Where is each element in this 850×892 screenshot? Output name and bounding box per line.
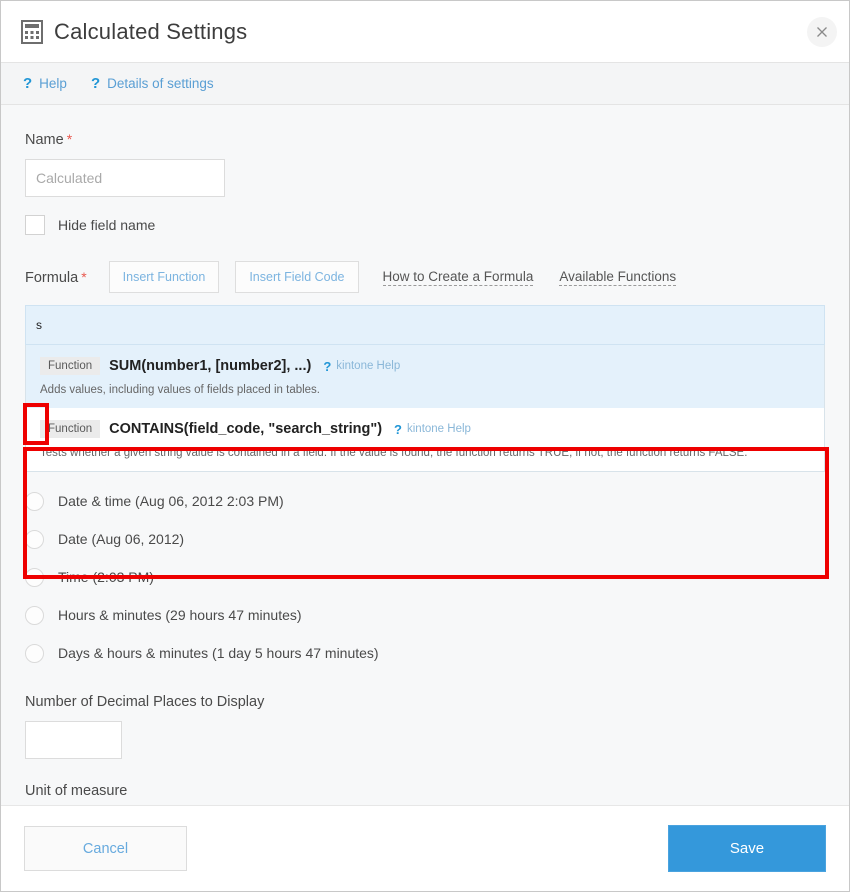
- hide-field-name-row[interactable]: Hide field name: [25, 215, 825, 235]
- function-autocomplete-dropdown[interactable]: Function SUM(number1, [number2], ...) ? …: [25, 345, 825, 472]
- kintone-help-link[interactable]: ? kintone Help: [323, 360, 400, 373]
- radio-date[interactable]: [25, 529, 44, 549]
- insert-field-code-button[interactable]: Insert Field Code: [235, 261, 359, 293]
- cancel-button[interactable]: Cancel: [24, 826, 187, 871]
- formula-area: Function SUM(number1, [number2], ...) ? …: [25, 305, 825, 472]
- name-label: Name *: [25, 131, 825, 148]
- details-of-settings-link[interactable]: ? Details of settings: [91, 76, 214, 91]
- calculator-icon: [21, 19, 43, 44]
- autocomplete-item-header: Function SUM(number1, [number2], ...) ? …: [40, 357, 810, 375]
- radio-date-time[interactable]: [25, 491, 44, 511]
- radio-label-time: Time (2:03 PM): [58, 569, 154, 585]
- radio-row-date[interactable]: Date (Aug 06, 2012): [25, 520, 825, 558]
- close-icon: [816, 26, 828, 38]
- kintone-help-label: kintone Help: [407, 423, 471, 435]
- radio-hours-minutes[interactable]: [25, 605, 44, 625]
- kintone-help-link[interactable]: ? kintone Help: [394, 423, 471, 436]
- hide-field-name-checkbox[interactable]: [25, 215, 45, 235]
- autocomplete-item-sum[interactable]: Function SUM(number1, [number2], ...) ? …: [26, 345, 824, 408]
- settings-scroll-region[interactable]: Name* Hide field name Formula* Insert Fu…: [1, 105, 849, 805]
- radio-label-hours-minutes: Hours & minutes (29 hours 47 minutes): [58, 607, 302, 623]
- radio-row-date-time[interactable]: Date & time (Aug 06, 2012 2:03 PM): [25, 482, 825, 520]
- page-title: Calculated Settings: [54, 18, 248, 44]
- decimal-places-input[interactable]: [25, 721, 122, 759]
- radio-label-date: Date (Aug 06, 2012): [58, 531, 185, 547]
- question-mark-icon: ?: [323, 358, 332, 374]
- radio-days-hours-minutes[interactable]: [25, 643, 44, 663]
- question-mark-icon: ?: [23, 75, 33, 92]
- autocomplete-item-contains[interactable]: Function CONTAINS(field_code, "search_st…: [26, 408, 824, 471]
- formula-input[interactable]: [25, 305, 825, 345]
- calculated-settings-dialog: Calculated Settings ? Help ? Details of …: [0, 0, 850, 892]
- help-bar: ? Help ? Details of settings: [1, 63, 849, 105]
- radio-label-days-hours-minutes: Days & hours & minutes (1 day 5 hours 47…: [58, 645, 379, 661]
- radio-time[interactable]: [25, 567, 44, 587]
- close-button[interactable]: [807, 17, 837, 47]
- radio-row-time[interactable]: Time (2:03 PM): [25, 558, 825, 596]
- available-functions-link[interactable]: Available Functions: [559, 269, 677, 286]
- radio-row-days-hours-minutes[interactable]: Days & hours & minutes (1 day 5 hours 47…: [25, 634, 825, 672]
- required-marker: *: [81, 268, 87, 285]
- radio-label-date-time: Date & time (Aug 06, 2012 2:03 PM): [58, 493, 284, 509]
- function-badge: Function: [40, 420, 101, 438]
- formula-toolbar: Formula * Insert Function Insert Field Co…: [25, 261, 825, 293]
- help-link-label: Help: [39, 76, 67, 91]
- function-signature: CONTAINS(field_code, "search_string"): [109, 421, 383, 437]
- question-mark-icon: ?: [394, 421, 402, 437]
- kintone-help-label: kintone Help: [336, 360, 401, 372]
- hide-field-name-label: Hide field name: [58, 217, 156, 233]
- display-format-radio-list: Date & time (Aug 06, 2012 2:03 PM) Date …: [25, 482, 825, 672]
- question-mark-icon: ?: [90, 75, 101, 92]
- dialog-footer: Cancel Save: [1, 805, 849, 891]
- save-button[interactable]: Save: [668, 825, 826, 872]
- help-link[interactable]: ? Help: [23, 76, 67, 91]
- decimal-places-label: Number of Decimal Places to Display: [25, 694, 265, 710]
- details-of-settings-label: Details of settings: [107, 76, 214, 91]
- autocomplete-item-header: Function CONTAINS(field_code, "search_st…: [40, 420, 810, 438]
- function-badge: Function: [40, 357, 101, 375]
- required-marker: *: [66, 131, 73, 147]
- dialog-titlebar: Calculated Settings: [1, 1, 849, 63]
- name-label-text: Name: [25, 132, 64, 148]
- unit-of-measure-label: Unit of measure: [25, 783, 128, 799]
- name-input[interactable]: [25, 159, 225, 197]
- insert-function-button[interactable]: Insert Function: [108, 261, 220, 293]
- how-to-create-formula-link[interactable]: How to Create a Formula: [382, 269, 534, 286]
- function-description: Tests whether a given string value is co…: [40, 447, 748, 459]
- formula-label: Formula *: [25, 269, 87, 286]
- formula-label-text: Formula: [25, 269, 79, 286]
- function-signature: SUM(number1, [number2], ...): [109, 358, 312, 374]
- radio-row-hours-minutes[interactable]: Hours & minutes (29 hours 47 minutes): [25, 596, 825, 634]
- function-description: Adds values, including values of fields …: [40, 384, 321, 396]
